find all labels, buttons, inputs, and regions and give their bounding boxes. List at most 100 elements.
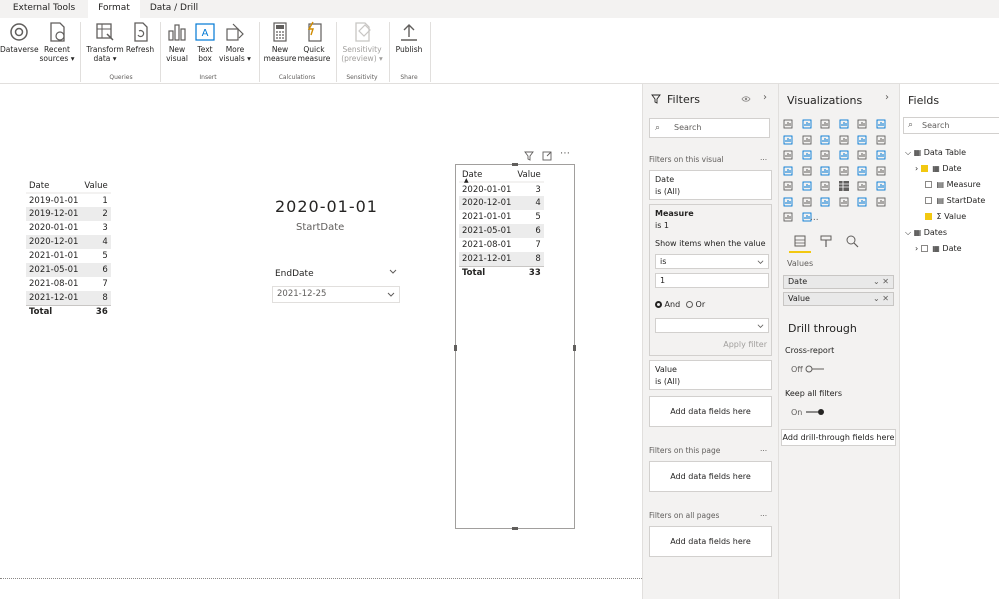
slicer-icon[interactable]: [820, 181, 830, 191]
qa-icon[interactable]: [839, 197, 849, 207]
cross-report-toggle[interactable]: Off: [791, 365, 825, 374]
publish-button[interactable]: Publish: [392, 21, 426, 54]
python-visual-icon[interactable]: [783, 197, 793, 207]
table-row[interactable]: 2021-05-01 6: [459, 224, 544, 238]
keep-filters-toggle[interactable]: On: [791, 408, 825, 417]
waterfall-icon[interactable]: [783, 150, 793, 160]
table-row[interactable]: 2020-12-01 4: [459, 196, 544, 210]
line-column-icon[interactable]: [839, 135, 849, 145]
more-visuals-icon[interactable]: ...: [810, 213, 819, 223]
table-dates[interactable]: ⌵ ▦ Dates: [905, 228, 947, 238]
table-row[interactable]: 2020-01-01 3: [26, 221, 111, 235]
values-well-date[interactable]: Date ⌄ ✕: [783, 275, 894, 289]
table-row[interactable]: 2021-08-01 7: [26, 277, 111, 291]
ribbon-chart-icon[interactable]: [876, 135, 886, 145]
line-chart-icon[interactable]: [783, 135, 793, 145]
checkbox-checked-icon[interactable]: [925, 213, 932, 220]
remove-field-icon[interactable]: ⌄ ✕: [873, 293, 889, 305]
table-row[interactable]: 2021-01-01 5: [26, 249, 111, 263]
collapse-pane-icon[interactable]: ›: [763, 92, 767, 103]
tab-data-drill[interactable]: Data / Drill: [140, 0, 208, 18]
values-well-value[interactable]: Value ⌄ ✕: [783, 292, 894, 306]
filter-card-date[interactable]: Date is (All): [649, 170, 772, 200]
stacked-bar-icon[interactable]: [783, 119, 793, 129]
more-options-icon[interactable]: ...: [760, 509, 767, 518]
dataverse-button[interactable]: Dataverse: [0, 21, 39, 54]
table-row[interactable]: 2020-01-01 3: [459, 182, 544, 196]
transform-data-button[interactable]: Transform data ▾: [86, 21, 124, 63]
eye-icon[interactable]: [741, 95, 751, 103]
second-operator-select[interactable]: [655, 318, 769, 333]
or-radio[interactable]: Or: [686, 300, 705, 309]
checkbox-checked-icon[interactable]: [920, 165, 928, 172]
table-data-table[interactable]: ⌵ ▦ Data Table: [905, 148, 966, 158]
donut-icon[interactable]: [857, 150, 867, 160]
collapse-pane-icon[interactable]: ›: [885, 92, 889, 103]
clustered-bar-icon[interactable]: [820, 119, 830, 129]
map-icon[interactable]: [783, 166, 793, 176]
resize-handle-left[interactable]: [454, 345, 457, 351]
quick-measure-button[interactable]: Quick measure: [297, 21, 331, 63]
card-icon[interactable]: [876, 166, 886, 176]
fields-search-input[interactable]: ⌕ Search: [903, 117, 999, 134]
field-value[interactable]: Σ Value: [925, 212, 966, 221]
checkbox-icon[interactable]: [920, 245, 928, 252]
power-apps-icon[interactable]: [783, 212, 793, 222]
table-row[interactable]: 2021-05-01 6: [26, 263, 111, 277]
remove-field-icon[interactable]: ⌄ ✕: [873, 276, 889, 288]
gauge-icon[interactable]: [857, 166, 867, 176]
apply-filter-button[interactable]: Apply filter: [723, 340, 767, 349]
stacked-column-icon[interactable]: [802, 119, 812, 129]
column-header-value[interactable]: Value: [81, 179, 111, 194]
table-row[interactable]: 2021-12-01 8: [26, 291, 111, 305]
line-stacked-column-icon[interactable]: [857, 135, 867, 145]
azure-map-icon[interactable]: [839, 166, 849, 176]
more-options-icon[interactable]: ⋯: [560, 148, 570, 159]
column-100-icon[interactable]: [876, 119, 886, 129]
paginated-icon[interactable]: [876, 197, 886, 207]
resize-handle-top[interactable]: [512, 163, 518, 166]
more-options-icon[interactable]: ...: [760, 153, 767, 162]
table-row[interactable]: 2021-12-01 8: [459, 252, 544, 266]
field-startdate[interactable]: ▤ StartDate: [925, 196, 985, 205]
column-header-date[interactable]: Date: [26, 179, 82, 194]
treemap-icon[interactable]: [876, 150, 886, 160]
funnel-icon[interactable]: [802, 150, 812, 160]
new-measure-button[interactable]: New measure: [263, 21, 297, 63]
more-options-icon[interactable]: ...: [760, 444, 767, 453]
resize-handle-right[interactable]: [573, 345, 576, 351]
field-dates-date[interactable]: › ▦ Date: [915, 244, 962, 253]
operand-input[interactable]: 1: [655, 273, 769, 288]
table-visual-all[interactable]: Date Value 2019-01-01 1 2019-12-01 2 2020-01…: [26, 179, 111, 319]
paint-roller-icon[interactable]: [819, 234, 833, 248]
refresh-button[interactable]: Refresh: [124, 21, 156, 54]
resize-handle-bottom[interactable]: [512, 527, 518, 530]
fields-tab-icon[interactable]: [793, 234, 807, 248]
table-row[interactable]: 2019-12-01 2: [26, 207, 111, 221]
focus-mode-icon[interactable]: [542, 151, 552, 161]
analytics-icon[interactable]: [845, 234, 859, 248]
r-visual-icon[interactable]: [876, 181, 886, 191]
tab-format[interactable]: Format: [88, 0, 140, 18]
add-report-filter-field[interactable]: Add data fields here: [649, 526, 772, 557]
checkbox-icon[interactable]: [925, 181, 932, 188]
table-row[interactable]: 2020-12-01 4: [26, 235, 111, 249]
slicer-dropdown[interactable]: 2021-12-25: [272, 286, 400, 303]
operator-select[interactable]: is: [655, 254, 769, 269]
recent-sources-button[interactable]: Recent sources ▾: [39, 21, 75, 63]
pie-icon[interactable]: [839, 150, 849, 160]
table-row[interactable]: 2021-08-01 7: [459, 238, 544, 252]
chevron-down-icon[interactable]: [389, 268, 397, 276]
filter-card-value[interactable]: Value is (All): [649, 360, 772, 390]
checkbox-icon[interactable]: [925, 197, 932, 204]
column-header-value[interactable]: Value: [514, 168, 544, 183]
and-radio[interactable]: And: [655, 300, 680, 309]
sensitivity-button[interactable]: Sensitivity (preview) ▾: [340, 21, 384, 63]
clustered-column-icon[interactable]: [839, 119, 849, 129]
matrix-icon[interactable]: [857, 181, 867, 191]
field-date-hierarchy[interactable]: › ▦ Date: [915, 164, 962, 173]
add-page-filter-field[interactable]: Add data fields here: [649, 461, 772, 492]
shape-map-icon[interactable]: [820, 166, 830, 176]
table-icon[interactable]: [838, 181, 849, 191]
field-measure[interactable]: ▤ Measure: [925, 180, 981, 189]
